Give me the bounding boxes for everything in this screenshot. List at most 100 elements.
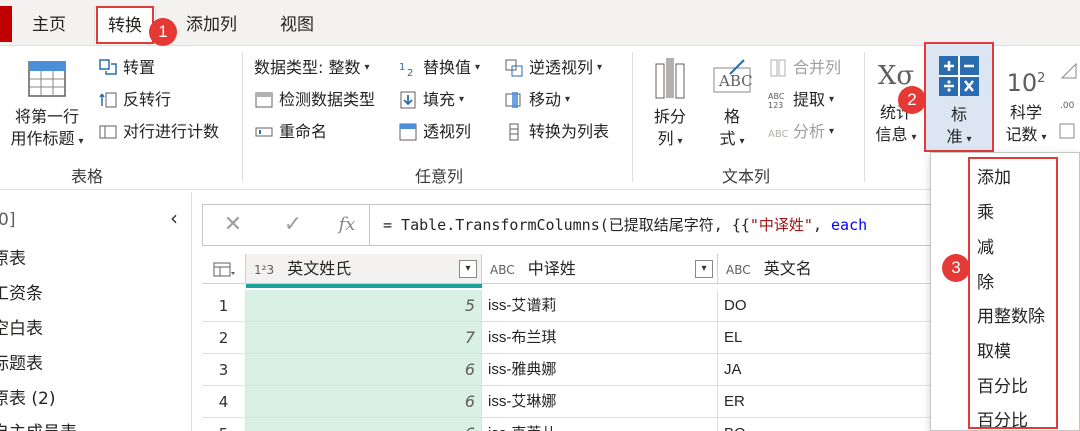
data-type-dropdown[interactable]: 数据类型: 整数 ▾ — [254, 54, 370, 82]
query-item[interactable]: 原表 (2) — [0, 384, 55, 409]
extract-button[interactable]: ABC 123 提取 ▾ — [768, 86, 834, 114]
filter-dropdown-icon[interactable]: ▾ — [695, 260, 713, 278]
group-divider — [632, 52, 633, 182]
table-cell[interactable]: iss-艾谱莉 — [482, 290, 718, 322]
table-cell[interactable]: iss-艾琳娜 — [482, 386, 718, 418]
scientific-button[interactable]: 102 科学 记数 ▾ — [998, 56, 1054, 149]
split-column-button[interactable]: 拆分 列 ▾ — [642, 56, 698, 153]
replace-values-button[interactable]: 12 替换值 ▾ — [398, 54, 480, 82]
formula-prefix: = Table.TransformColumns(已提取结尾字符, {{ — [383, 216, 750, 234]
tab-home[interactable]: 主页 — [32, 6, 72, 44]
svg-text:.00: .00 — [1060, 101, 1075, 111]
use-first-row-as-headers-button[interactable]: 将第一行 用作标题 ▾ — [2, 58, 92, 153]
fx-icon[interactable]: fx — [323, 205, 371, 245]
chevron-down-icon: ▾ — [829, 126, 835, 137]
table-cell[interactable]: 5 — [246, 290, 482, 322]
row-number[interactable]: 3 — [202, 354, 246, 386]
merge-columns-button[interactable]: 合并列 — [768, 54, 841, 82]
app-color-strip — [0, 6, 12, 42]
reverse-rows-label: 反转行 — [123, 90, 172, 109]
menu-item-percentage[interactable]: 百分比 — [977, 372, 1028, 397]
replace-values-icon: 12 — [399, 62, 413, 78]
text-type-icon[interactable]: ABC — [490, 263, 515, 277]
menu-item-integer-divide[interactable]: 用整数除 — [977, 302, 1045, 327]
scientific-line1: 科学 — [1009, 103, 1042, 122]
row-number[interactable]: 5 — [202, 418, 246, 431]
rename-icon — [255, 127, 273, 137]
formula-string: "中译姓" — [749, 216, 813, 234]
statistics-line2: 信息 — [875, 125, 908, 144]
table-cell[interactable]: 7 — [246, 322, 482, 354]
menu-item-divide[interactable]: 除 — [977, 268, 994, 293]
menu-item-add[interactable]: 添加 — [977, 163, 1011, 188]
fill-button[interactable]: 填充 ▾ — [398, 86, 464, 114]
count-rows-button[interactable]: 对行进行计数 — [98, 118, 219, 146]
transpose-label: 转置 — [123, 58, 156, 77]
row-number[interactable]: 1 — [202, 290, 246, 322]
parse-button[interactable]: ABC 分析 ▾ — [768, 118, 834, 146]
formula-sep: , — [812, 216, 832, 234]
menu-item-multiply[interactable]: 乘 — [977, 198, 994, 223]
menu-item-percent-of[interactable]: 百分比 — [977, 406, 1028, 431]
transpose-button[interactable]: 转置 — [98, 54, 155, 82]
text-type-icon[interactable]: ABC — [726, 263, 751, 277]
table-cell[interactable]: iss-克莱儿 — [482, 418, 718, 431]
table-cell[interactable]: 6 — [246, 354, 482, 386]
column-header-chinese-surname[interactable]: ABC 中译姓 ▾ — [482, 254, 718, 284]
table-cell[interactable]: 6 — [246, 418, 482, 431]
standard-line1: 标 — [950, 105, 967, 124]
fill-down-icon — [400, 91, 416, 109]
pivot-column-button[interactable]: 透视列 — [398, 118, 471, 146]
query-item[interactable]: 自主成员表 — [0, 418, 77, 431]
table-menu-icon[interactable] — [202, 254, 246, 284]
pivot-column-label: 透视列 — [423, 122, 472, 141]
callout-badge-2: 2 — [898, 86, 926, 114]
chevron-down-icon: ▾ — [475, 62, 481, 73]
collapse-panel-icon[interactable]: ‹ — [170, 206, 178, 230]
tab-view[interactable]: 视图 — [280, 6, 320, 44]
whole-number-type-icon[interactable]: 1²3 — [254, 263, 274, 277]
column-quality-bar — [246, 284, 482, 288]
chevron-down-icon: ▾ — [911, 132, 917, 143]
fill-label: 填充 — [423, 90, 456, 109]
menu-item-modulo[interactable]: 取模 — [977, 337, 1011, 362]
row-number[interactable]: 4 — [202, 386, 246, 418]
group-label-text-column: 文本列 — [721, 167, 770, 186]
queries-header: 0] — [0, 210, 16, 230]
detect-data-type-button[interactable]: 检测数据类型 — [254, 86, 375, 114]
unpivot-columns-button[interactable]: 逆透视列 ▾ — [504, 54, 602, 82]
filter-dropdown-icon[interactable]: ▾ — [459, 260, 477, 278]
row-number[interactable]: 2 — [202, 322, 246, 354]
tab-transform[interactable]: 转换 — [94, 6, 156, 44]
reverse-rows-button[interactable]: 反转行 — [98, 86, 171, 114]
formula-input[interactable]: = Table.TransformColumns(已提取结尾字符, {{"中译姓… — [383, 205, 867, 245]
table-cell[interactable]: iss-雅典娜 — [482, 354, 718, 386]
chevron-down-icon: ▾ — [966, 134, 972, 145]
replace-values-label: 替换值 — [423, 58, 472, 77]
format-line1: 格 — [723, 107, 740, 126]
rename-label: 重命名 — [279, 122, 328, 141]
convert-to-list-button[interactable]: 转换为列表 — [504, 118, 609, 146]
svg-text:ABC: ABC — [768, 92, 785, 101]
chevron-down-icon: ▾ — [1041, 132, 1047, 143]
group-label-table: 表格 — [70, 167, 103, 186]
query-item[interactable]: 空白表 — [0, 314, 43, 339]
standard-button[interactable]: 标 准 ▾ — [926, 54, 992, 151]
extract-icon: ABC123 — [768, 92, 785, 110]
standard-operations-menu: 添加 乘 减 除 用整数除 取模 百分比 百分比 — [930, 152, 1080, 431]
query-item[interactable]: 工资条 — [0, 279, 43, 304]
query-item[interactable]: 原表 — [0, 244, 26, 269]
query-item[interactable]: 标题表 — [0, 349, 43, 374]
table-cell[interactable]: 6 — [246, 386, 482, 418]
menu-item-subtract[interactable]: 减 — [977, 233, 994, 258]
rename-button[interactable]: 重命名 — [254, 118, 327, 146]
confirm-formula-icon[interactable]: ✓ — [263, 205, 323, 245]
format-button[interactable]: ABC 格 式 ▾ — [706, 56, 758, 153]
callout-badge-3: 3 — [942, 254, 970, 282]
table-cell[interactable]: iss-布兰琪 — [482, 322, 718, 354]
move-button[interactable]: 移动 ▾ — [504, 86, 570, 114]
column-header-surname[interactable]: 1²3 英文姓氏 ▾ — [246, 254, 482, 284]
cancel-formula-icon[interactable]: ✕ — [203, 205, 263, 245]
svg-text:ABC: ABC — [718, 72, 753, 90]
tab-add-column[interactable]: 添加列 — [186, 6, 246, 44]
